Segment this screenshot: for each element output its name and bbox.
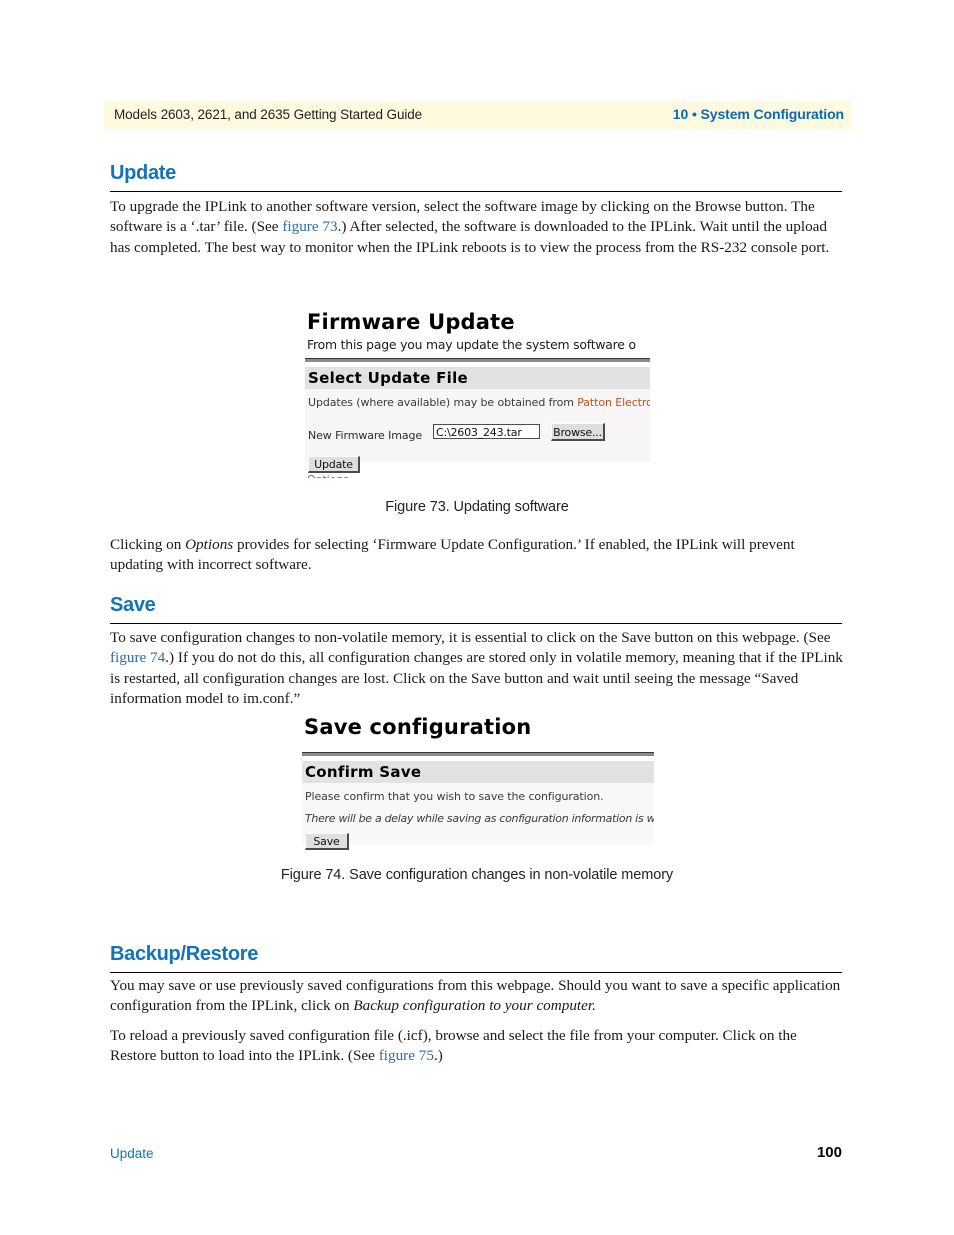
select-update-file-header: Select Update File bbox=[305, 367, 650, 389]
running-header-book-title: Models 2603, 2621, and 2635 Getting Star… bbox=[114, 107, 423, 122]
section-heading-backup-restore: Backup/Restore bbox=[110, 943, 259, 965]
browse-button[interactable]: Browse... bbox=[551, 423, 605, 441]
footer-page-number: 100 bbox=[816, 1144, 842, 1161]
paragraph-update-options: Clicking on Options provides for selecti… bbox=[110, 535, 844, 576]
paragraph-restore-intro: To reload a previously saved configurati… bbox=[110, 1026, 844, 1067]
save-button[interactable]: Save bbox=[305, 833, 349, 850]
options-link[interactable]: Options bbox=[307, 473, 349, 478]
paragraph-update-options-part1: Clicking on bbox=[110, 536, 186, 553]
xref-figure-74[interactable]: figure 74 bbox=[110, 649, 165, 666]
paragraph-save-intro-part1: To save configuration changes to non-vol… bbox=[110, 629, 831, 646]
save-configuration-page-title: Save configuration bbox=[304, 715, 532, 739]
new-firmware-image-label: New Firmware Image bbox=[308, 429, 423, 442]
figure-74-save-configuration-screenshot: Save configuration Confirm Save Please c… bbox=[302, 715, 654, 851]
confirm-save-delay-note: There will be a delay while saving as co… bbox=[305, 812, 654, 825]
save-configuration-divider bbox=[302, 752, 654, 756]
section-heading-save: Save bbox=[110, 594, 156, 616]
paragraph-restore-intro-part2: .) bbox=[433, 1047, 443, 1065]
figure-74-caption: Figure 74. Save configuration changes in… bbox=[280, 867, 674, 883]
confirm-save-header: Confirm Save bbox=[302, 761, 654, 783]
firmware-update-divider bbox=[305, 358, 650, 362]
running-header-chapter: 10 • System Configuration bbox=[672, 106, 844, 122]
confirm-save-message: Please confirm that you wish to save the… bbox=[305, 790, 604, 803]
footer-section-label: Update bbox=[110, 1146, 154, 1161]
patton-electronics-company-link[interactable]: Patton Electronics Company bbox=[577, 396, 650, 409]
paragraph-save-intro: To save configuration changes to non-vol… bbox=[110, 628, 844, 710]
running-header: Models 2603, 2621, and 2635 Getting Star… bbox=[104, 101, 852, 129]
heading-rule-backup-restore bbox=[110, 972, 842, 973]
paragraph-save-intro-part2: .) If you do not do this, all configurat… bbox=[110, 649, 843, 708]
paragraph-update-options-emphasis: Options bbox=[185, 536, 234, 553]
figure-73-caption: Figure 73. Updating software bbox=[385, 499, 569, 515]
figure-73-firmware-update-screenshot: Firmware Update From this page you may u… bbox=[305, 310, 650, 478]
firmware-update-page-subtitle: From this page you may update the system… bbox=[307, 337, 636, 352]
firmware-update-note: Updates (where available) may be obtaine… bbox=[308, 396, 650, 409]
paragraph-backup-intro: You may save or use previously saved con… bbox=[110, 976, 844, 1017]
paragraph-update-intro: To upgrade the IPLink to another softwar… bbox=[110, 197, 844, 258]
heading-rule-save bbox=[110, 623, 842, 624]
paragraph-backup-intro-emphasis: Backup configuration to your computer. bbox=[353, 997, 596, 1015]
select-update-file-header-label: Select Update File bbox=[308, 369, 469, 387]
document-page: Models 2603, 2621, and 2635 Getting Star… bbox=[0, 0, 954, 1235]
confirm-save-header-label: Confirm Save bbox=[305, 763, 422, 781]
xref-figure-73[interactable]: figure 73 bbox=[282, 218, 337, 235]
paragraph-restore-intro-part1: To reload a previously saved configurati… bbox=[110, 1027, 797, 1065]
xref-figure-75[interactable]: figure 75 bbox=[379, 1047, 434, 1064]
new-firmware-image-input[interactable]: C:\2603_243.tar bbox=[433, 424, 540, 439]
firmware-update-page-title: Firmware Update bbox=[307, 310, 515, 334]
update-button[interactable]: Update bbox=[308, 456, 360, 473]
section-heading-update: Update bbox=[110, 162, 176, 184]
firmware-update-note-text: Updates (where available) may be obtaine… bbox=[308, 396, 578, 409]
heading-rule-update bbox=[110, 191, 842, 192]
